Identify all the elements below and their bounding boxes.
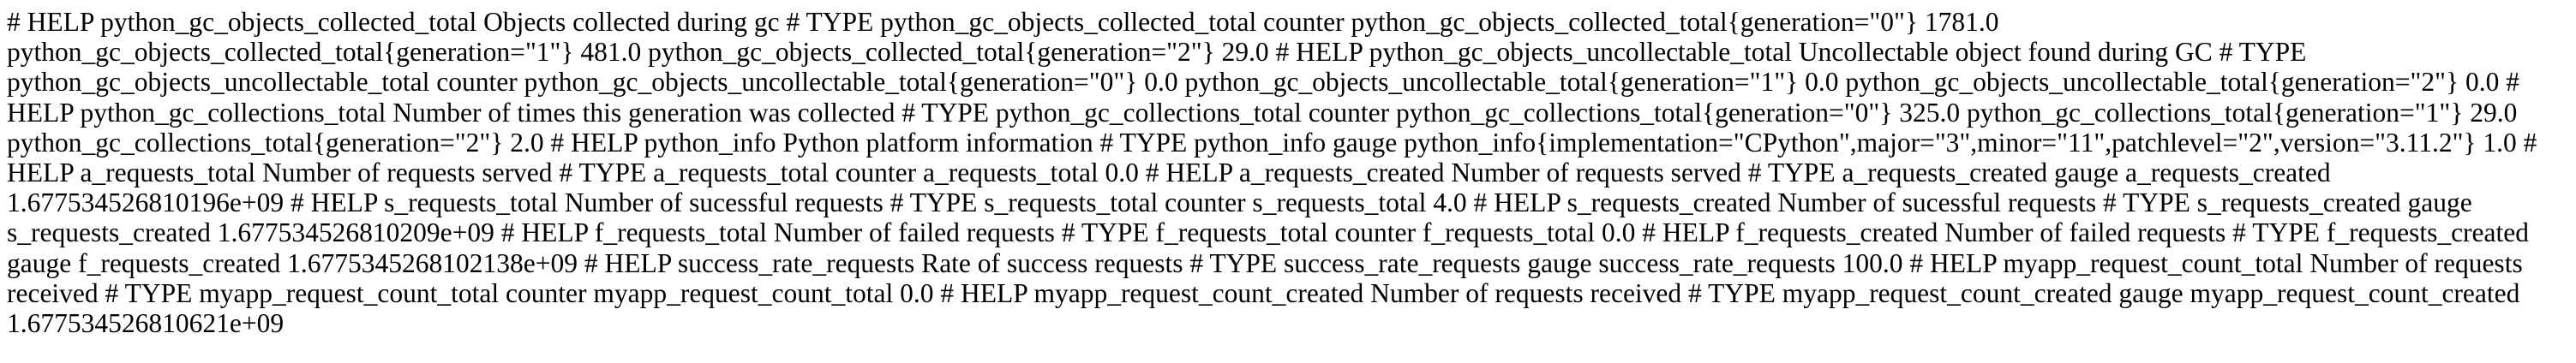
metrics-plain-text: # HELP python_gc_objects_collected_total… — [7, 7, 2537, 339]
